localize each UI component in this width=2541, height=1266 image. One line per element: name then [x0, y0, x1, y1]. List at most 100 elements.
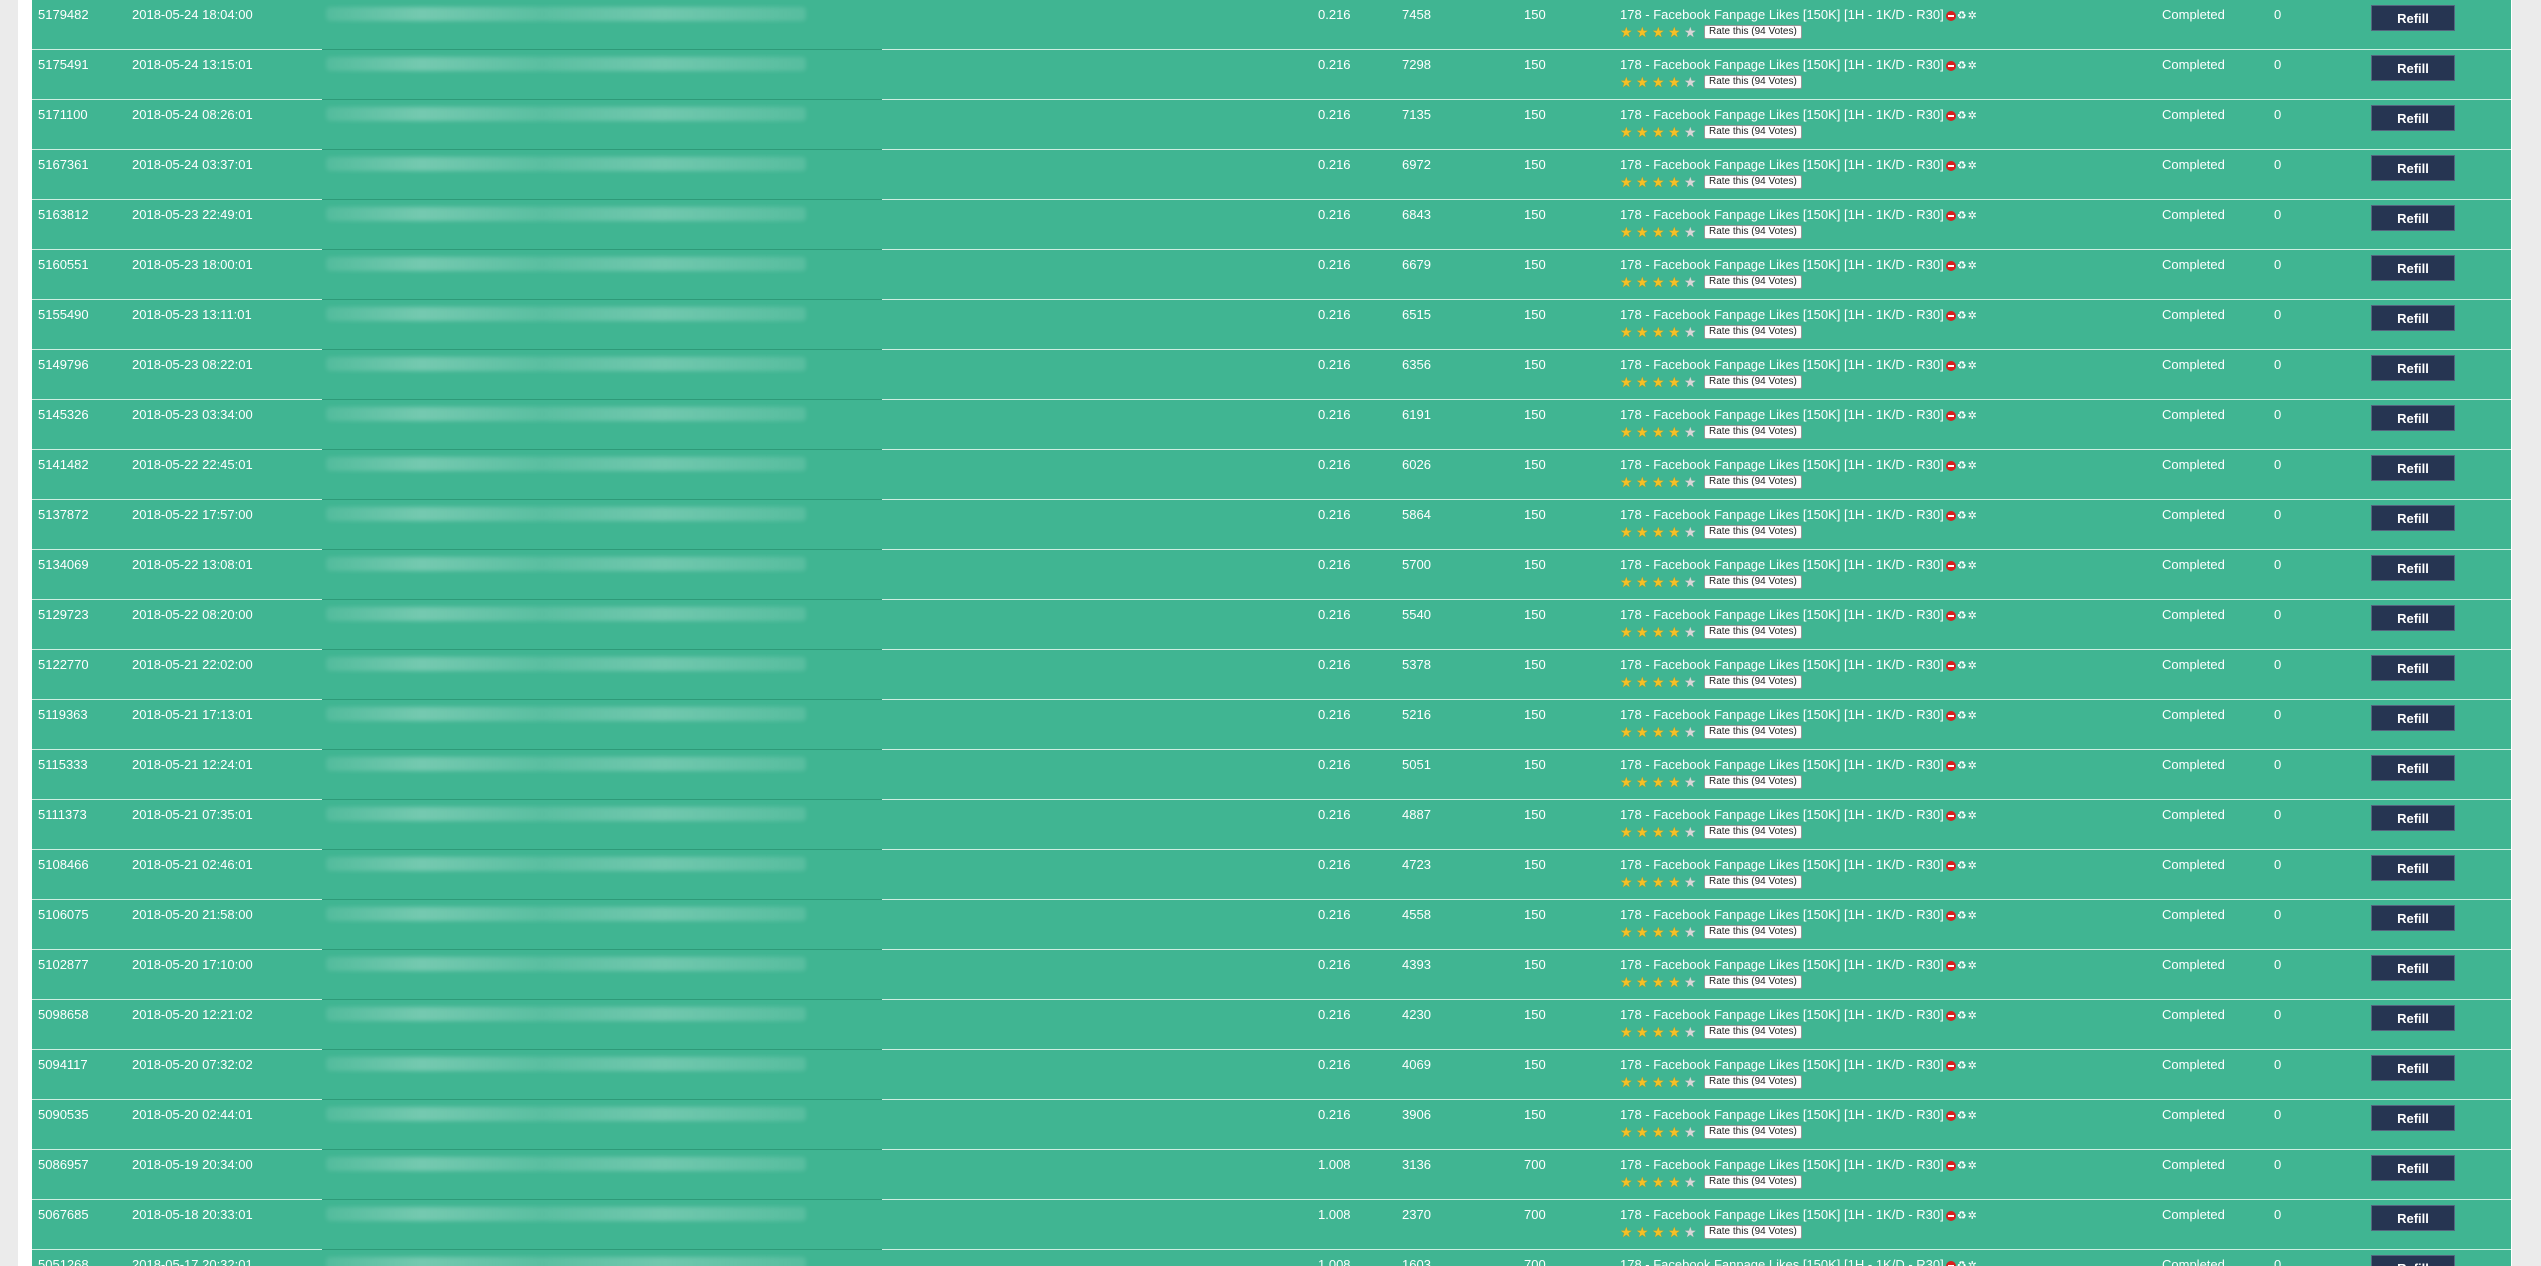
star-empty-icon[interactable]: ★ — [1684, 275, 1700, 289]
star-filled-icon[interactable]: ★ — [1636, 225, 1652, 239]
refill-button[interactable]: Refill — [2371, 305, 2455, 331]
star-empty-icon[interactable]: ★ — [1684, 325, 1700, 339]
rate-this-button[interactable]: Rate this (94 Votes) — [1704, 1024, 1802, 1039]
rate-this-button[interactable]: Rate this (94 Votes) — [1704, 574, 1802, 589]
star-empty-icon[interactable]: ★ — [1684, 1175, 1700, 1189]
rate-this-button[interactable]: Rate this (94 Votes) — [1704, 74, 1802, 89]
rating-stars[interactable]: ★ ★ ★ ★ ★ — [1620, 1073, 1700, 1089]
star-filled-icon[interactable]: ★ — [1636, 775, 1652, 789]
star-filled-icon[interactable]: ★ — [1668, 225, 1684, 239]
refill-button[interactable]: Refill — [2371, 455, 2455, 481]
rate-this-button[interactable]: Rate this (94 Votes) — [1704, 24, 1802, 39]
order-link-blurred[interactable]: https://www.facebook.com/fanpage-redacte… — [326, 707, 806, 721]
refill-button[interactable]: Refill — [2371, 555, 2455, 581]
rate-this-button[interactable]: Rate this (94 Votes) — [1704, 174, 1802, 189]
star-filled-icon[interactable]: ★ — [1652, 975, 1668, 989]
star-filled-icon[interactable]: ★ — [1668, 825, 1684, 839]
star-filled-icon[interactable]: ★ — [1668, 875, 1684, 889]
rate-this-button[interactable]: Rate this (94 Votes) — [1704, 374, 1802, 389]
star-empty-icon[interactable]: ★ — [1684, 1225, 1700, 1239]
refill-button[interactable]: Refill — [2371, 955, 2455, 981]
star-filled-icon[interactable]: ★ — [1636, 675, 1652, 689]
rating-stars[interactable]: ★ ★ ★ ★ ★ — [1620, 23, 1700, 39]
refill-button[interactable]: Refill — [2371, 905, 2455, 931]
star-filled-icon[interactable]: ★ — [1652, 1075, 1668, 1089]
rating-stars[interactable]: ★ ★ ★ ★ ★ — [1620, 773, 1700, 789]
refill-button[interactable]: Refill — [2371, 55, 2455, 81]
star-filled-icon[interactable]: ★ — [1620, 175, 1636, 189]
star-filled-icon[interactable]: ★ — [1620, 475, 1636, 489]
star-empty-icon[interactable]: ★ — [1684, 475, 1700, 489]
rate-this-button[interactable]: Rate this (94 Votes) — [1704, 274, 1802, 289]
star-empty-icon[interactable]: ★ — [1684, 125, 1700, 139]
star-filled-icon[interactable]: ★ — [1652, 175, 1668, 189]
star-filled-icon[interactable]: ★ — [1620, 825, 1636, 839]
refill-button[interactable]: Refill — [2371, 605, 2455, 631]
order-link-blurred[interactable]: https://www.facebook.com/fanpage-redacte… — [326, 357, 806, 371]
star-filled-icon[interactable]: ★ — [1636, 1075, 1652, 1089]
order-link-blurred[interactable]: https://www.facebook.com/fanpage-redacte… — [326, 257, 806, 271]
star-filled-icon[interactable]: ★ — [1652, 375, 1668, 389]
refill-button[interactable]: Refill — [2371, 655, 2455, 681]
rating-stars[interactable]: ★ ★ ★ ★ ★ — [1620, 173, 1700, 189]
refill-button[interactable]: Refill — [2371, 505, 2455, 531]
order-link-blurred[interactable]: https://www.facebook.com/fanpage-redacte… — [326, 1257, 806, 1266]
star-filled-icon[interactable]: ★ — [1652, 1225, 1668, 1239]
refill-button[interactable]: Refill — [2371, 705, 2455, 731]
star-empty-icon[interactable]: ★ — [1684, 525, 1700, 539]
rate-this-button[interactable]: Rate this (94 Votes) — [1704, 924, 1802, 939]
order-link-blurred[interactable]: https://www.facebook.com/fanpage-redacte… — [326, 107, 806, 121]
order-link-blurred[interactable]: https://www.facebook.com/fanpage-redacte… — [326, 457, 806, 471]
order-link-blurred[interactable]: https://www.facebook.com/fanpage-redacte… — [326, 957, 806, 971]
star-filled-icon[interactable]: ★ — [1636, 825, 1652, 839]
star-empty-icon[interactable]: ★ — [1684, 925, 1700, 939]
star-filled-icon[interactable]: ★ — [1668, 425, 1684, 439]
star-filled-icon[interactable]: ★ — [1620, 425, 1636, 439]
star-empty-icon[interactable]: ★ — [1684, 675, 1700, 689]
rating-stars[interactable]: ★ ★ ★ ★ ★ — [1620, 73, 1700, 89]
star-filled-icon[interactable]: ★ — [1668, 1025, 1684, 1039]
order-link-blurred[interactable]: https://www.facebook.com/fanpage-redacte… — [326, 607, 806, 621]
star-filled-icon[interactable]: ★ — [1636, 75, 1652, 89]
rate-this-button[interactable]: Rate this (94 Votes) — [1704, 674, 1802, 689]
star-empty-icon[interactable]: ★ — [1684, 625, 1700, 639]
star-filled-icon[interactable]: ★ — [1636, 625, 1652, 639]
star-filled-icon[interactable]: ★ — [1620, 1225, 1636, 1239]
star-filled-icon[interactable]: ★ — [1620, 1075, 1636, 1089]
rating-stars[interactable]: ★ ★ ★ ★ ★ — [1620, 423, 1700, 439]
rating-stars[interactable]: ★ ★ ★ ★ ★ — [1620, 673, 1700, 689]
star-filled-icon[interactable]: ★ — [1652, 425, 1668, 439]
refill-button[interactable]: Refill — [2371, 855, 2455, 881]
star-filled-icon[interactable]: ★ — [1620, 25, 1636, 39]
star-filled-icon[interactable]: ★ — [1620, 725, 1636, 739]
star-empty-icon[interactable]: ★ — [1684, 825, 1700, 839]
star-filled-icon[interactable]: ★ — [1652, 75, 1668, 89]
refill-button[interactable]: Refill — [2371, 1105, 2455, 1131]
star-empty-icon[interactable]: ★ — [1684, 725, 1700, 739]
star-filled-icon[interactable]: ★ — [1636, 375, 1652, 389]
refill-button[interactable]: Refill — [2371, 105, 2455, 131]
order-link-blurred[interactable]: https://www.facebook.com/fanpage-redacte… — [326, 1107, 806, 1121]
star-filled-icon[interactable]: ★ — [1668, 675, 1684, 689]
star-filled-icon[interactable]: ★ — [1668, 175, 1684, 189]
star-filled-icon[interactable]: ★ — [1620, 525, 1636, 539]
star-filled-icon[interactable]: ★ — [1636, 525, 1652, 539]
rating-stars[interactable]: ★ ★ ★ ★ ★ — [1620, 323, 1700, 339]
star-filled-icon[interactable]: ★ — [1636, 325, 1652, 339]
star-empty-icon[interactable]: ★ — [1684, 425, 1700, 439]
rating-stars[interactable]: ★ ★ ★ ★ ★ — [1620, 273, 1700, 289]
star-filled-icon[interactable]: ★ — [1668, 1075, 1684, 1089]
star-filled-icon[interactable]: ★ — [1620, 125, 1636, 139]
refill-button[interactable]: Refill — [2371, 255, 2455, 281]
rating-stars[interactable]: ★ ★ ★ ★ ★ — [1620, 1173, 1700, 1189]
star-empty-icon[interactable]: ★ — [1684, 975, 1700, 989]
star-filled-icon[interactable]: ★ — [1636, 875, 1652, 889]
star-filled-icon[interactable]: ★ — [1652, 775, 1668, 789]
star-filled-icon[interactable]: ★ — [1668, 1175, 1684, 1189]
star-filled-icon[interactable]: ★ — [1668, 125, 1684, 139]
rate-this-button[interactable]: Rate this (94 Votes) — [1704, 324, 1802, 339]
star-filled-icon[interactable]: ★ — [1620, 225, 1636, 239]
star-filled-icon[interactable]: ★ — [1652, 125, 1668, 139]
refill-button[interactable]: Refill — [2371, 755, 2455, 781]
star-filled-icon[interactable]: ★ — [1636, 425, 1652, 439]
